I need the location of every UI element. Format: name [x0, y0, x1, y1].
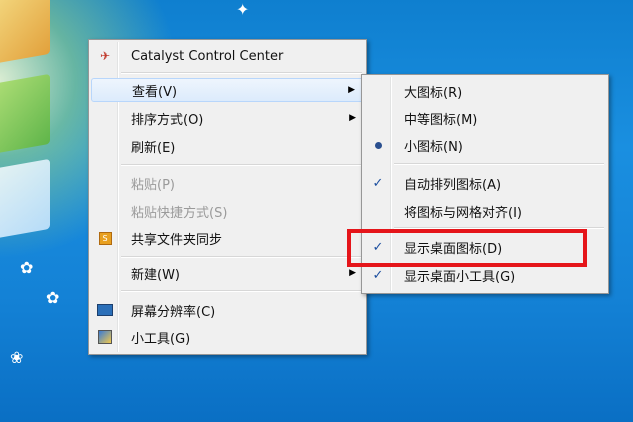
submenu-item-medium-icons[interactable]: 中等图标(M) [364, 106, 606, 130]
share-sync-icon: S [91, 226, 119, 250]
windows-logo-pane [0, 73, 50, 157]
flower-icon: ✿ [20, 258, 34, 277]
menu-separator [121, 256, 362, 258]
submenu-arrow-icon: ▶ [349, 268, 356, 278]
menu-item-view[interactable]: 查看(V) ▶ [91, 78, 364, 102]
checkmark-icon: ✓ [372, 267, 384, 283]
submenu-item-large-icons[interactable]: 大图标(R) [364, 79, 606, 103]
flower-icon: ✿ [46, 288, 60, 307]
submenu-arrow-icon: ▶ [348, 85, 355, 95]
menu-separator [121, 164, 362, 166]
radio-selected-icon [364, 133, 392, 157]
butterfly-icon: ✦ [236, 0, 250, 19]
menu-separator [394, 163, 604, 165]
submenu-item-show-desktop-icons[interactable]: ✓ 显示桌面图标(D) [364, 235, 606, 259]
menu-item-screen-resolution[interactable]: 屏幕分辨率(C) [91, 298, 364, 322]
menu-separator [121, 72, 362, 74]
submenu-arrow-icon: ▶ [349, 113, 356, 123]
menu-separator [394, 227, 604, 229]
menu-item-paste-shortcut[interactable]: 粘贴快捷方式(S) [91, 199, 364, 223]
windows-logo-pane [0, 158, 50, 242]
menu-item-catalyst-control-center[interactable]: ✈ Catalyst Control Center [91, 44, 364, 68]
desktop-context-menu: ✈ Catalyst Control Center 查看(V) ▶ 排序方式(O… [88, 39, 367, 355]
menu-item-share-folder-sync[interactable]: S 共享文件夹同步 [91, 226, 364, 250]
checkmark-icon: ✓ [372, 175, 384, 191]
menu-item-new[interactable]: 新建(W) ▶ [91, 261, 364, 285]
submenu-item-show-desktop-gadgets[interactable]: ✓ 显示桌面小工具(G) [364, 263, 606, 287]
flower-icon: ❀ [10, 348, 24, 367]
submenu-item-align-to-grid[interactable]: 将图标与网格对齐(I) [364, 199, 606, 223]
menu-item-paste[interactable]: 粘贴(P) [91, 171, 364, 195]
catalyst-icon: ✈ [99, 49, 111, 63]
gadgets-icon [91, 325, 119, 349]
view-submenu: 大图标(R) 中等图标(M) 小图标(N) ✓ 自动排列图标(A) 将图标与网格… [361, 74, 609, 294]
submenu-item-auto-arrange[interactable]: ✓ 自动排列图标(A) [364, 171, 606, 195]
menu-item-sort-by[interactable]: 排序方式(O) ▶ [91, 106, 364, 130]
monitor-icon [91, 298, 119, 322]
menu-separator [121, 290, 362, 292]
submenu-item-small-icons[interactable]: 小图标(N) [364, 133, 606, 157]
checkmark-icon: ✓ [372, 239, 384, 255]
menu-item-refresh[interactable]: 刷新(E) [91, 134, 364, 158]
menu-item-gadgets[interactable]: 小工具(G) [91, 325, 364, 349]
